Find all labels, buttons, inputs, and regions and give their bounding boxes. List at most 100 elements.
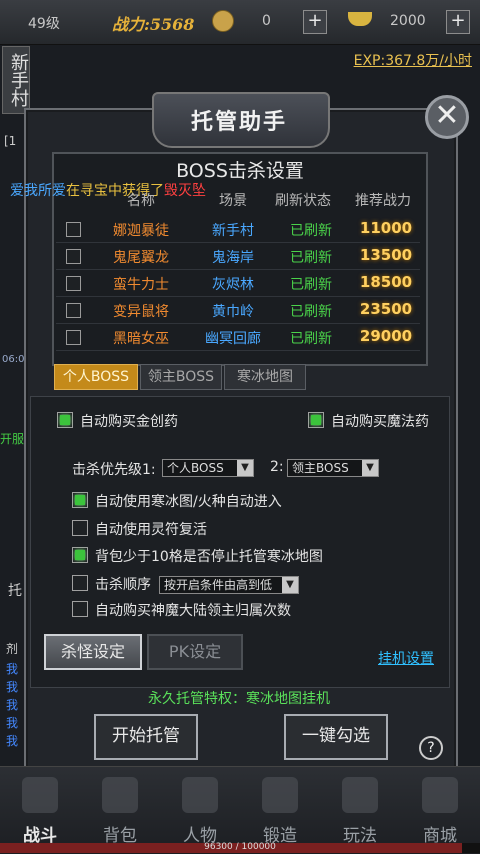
boss-status: 已刷新 <box>290 304 332 320</box>
boss-name: 蛮牛力士 <box>113 277 169 293</box>
exp-rate-link[interactable]: EXP:367.8万/小时 <box>354 50 472 70</box>
option-label: 击杀顺序 <box>95 577 151 593</box>
tab-ice-map[interactable]: 寒冰地图 <box>224 364 306 390</box>
col-power: 推荐战力 <box>355 193 411 209</box>
panel-title: 托管助手 <box>190 110 287 135</box>
help-icon[interactable]: ? <box>419 736 443 760</box>
option-checkbox[interactable] <box>72 492 88 508</box>
kill-settings-button[interactable]: 杀怪设定 <box>44 634 142 670</box>
side-fragment: 托 <box>8 583 22 599</box>
crossed-swords-icon <box>22 777 58 813</box>
boss-checkbox[interactable] <box>66 276 81 291</box>
ingot-icon <box>348 12 372 26</box>
ingot-amount: 2000 <box>390 13 426 29</box>
backpack-icon <box>102 777 138 813</box>
hp-text: 96300 / 100000 <box>204 842 276 852</box>
chevron-down-icon: ▼ <box>282 577 298 593</box>
nav-character[interactable]: 人物 <box>160 767 240 847</box>
option-label: 自动使用灵符复活 <box>95 522 207 538</box>
combat-power: 战力:5568 <box>112 15 195 34</box>
add-gold-button[interactable]: + <box>303 10 327 34</box>
select-all-button[interactable]: 一键勾选 <box>284 714 388 760</box>
boss-scene: 新手村 <box>212 223 254 239</box>
boss-checkbox[interactable] <box>66 303 81 318</box>
hang-settings-link[interactable]: 挂机设置 <box>378 648 434 668</box>
tab-lord-boss[interactable]: 领主BOSS <box>140 364 222 390</box>
priority1-label: 击杀优先级1: <box>72 462 156 478</box>
pk-settings-button[interactable]: PK设定 <box>147 634 243 670</box>
chat-player: 爱我所爱 <box>10 183 66 199</box>
priority1-select[interactable]: 个人BOSS ▼ <box>162 459 254 477</box>
side-fragment: 我 <box>6 662 19 676</box>
chevron-down-icon: ▼ <box>237 460 253 476</box>
nav-battle[interactable]: 战斗 <box>0 767 80 847</box>
gold-coin-icon <box>212 10 234 32</box>
option-checkbox[interactable] <box>72 547 88 563</box>
boss-checkbox[interactable] <box>66 249 81 264</box>
boss-scene: 灰烬林 <box>212 277 254 293</box>
boss-status: 已刷新 <box>290 331 332 347</box>
boss-status: 已刷新 <box>290 223 332 239</box>
gold-amount: 0 <box>262 13 271 29</box>
boss-status: 已刷新 <box>290 277 332 293</box>
option-checkbox[interactable] <box>72 601 88 617</box>
kill-order-select[interactable]: 按开启条件由高到低 ▼ <box>159 576 299 594</box>
tab-personal-boss[interactable]: 个人BOSS <box>54 364 138 390</box>
priority2-label: 2: <box>270 459 284 475</box>
top-status-bar: 49级 战力:5568 0 + 2000 + <box>0 0 480 45</box>
option-label: 自动使用寒冰图/火种自动进入 <box>95 494 282 510</box>
boss-name: 变异鼠将 <box>113 304 169 320</box>
shop-icon <box>422 777 458 813</box>
col-name: 名称 <box>127 193 155 209</box>
boss-row[interactable]: 娜迦暴徒 新手村 已刷新 11000 <box>56 216 420 243</box>
side-fragment: 我 <box>6 698 19 712</box>
nav-forge[interactable]: 锻造 <box>240 767 320 847</box>
boss-row[interactable]: 蛮牛力士 灰烬林 已刷新 18500 <box>56 270 420 297</box>
side-fragment: 我 <box>6 734 19 748</box>
player-level: 49级 <box>28 16 60 32</box>
boss-power: 29000 <box>359 327 413 345</box>
side-fragment: 我 <box>6 680 19 694</box>
priority2-value: 领主BOSS <box>292 461 349 475</box>
auto-mp-potion-label: 自动购买魔法药 <box>331 414 429 430</box>
option-checkbox[interactable] <box>72 575 88 591</box>
nav-bag[interactable]: 背包 <box>80 767 160 847</box>
village-tab[interactable]: 新手村 <box>2 46 30 114</box>
boss-status: 已刷新 <box>290 250 332 266</box>
boss-row[interactable]: 变异鼠将 黄巾岭 已刷新 23500 <box>56 297 420 324</box>
side-fragment: 06:0 <box>2 354 25 365</box>
boss-power: 23500 <box>359 300 413 318</box>
boss-row[interactable]: 黑暗女巫 幽冥回廊 已刷新 29000 <box>56 324 420 351</box>
nav-gameplay[interactable]: 玩法 <box>320 767 400 847</box>
boss-scene: 幽冥回廊 <box>205 331 261 347</box>
col-status: 刷新状态 <box>275 193 331 209</box>
priority1-value: 个人BOSS <box>167 461 224 475</box>
nav-shop[interactable]: 商城 <box>400 767 480 847</box>
option-checkbox[interactable] <box>72 520 88 536</box>
auto-hp-potion-checkbox[interactable] <box>57 412 73 428</box>
add-ingot-button[interactable]: + <box>446 10 470 34</box>
bottom-nav: 战斗 背包 人物 锻造 玩法 商城 <box>0 766 480 854</box>
start-assist-button[interactable]: 开始托管 <box>94 714 198 760</box>
boss-power: 13500 <box>359 246 413 264</box>
boss-row[interactable]: 鬼尾翼龙 鬼海岸 已刷新 13500 <box>56 243 420 270</box>
auto-mp-potion-checkbox[interactable] <box>308 412 324 428</box>
boss-checkbox[interactable] <box>66 330 81 345</box>
chevron-down-icon: ▼ <box>362 460 378 476</box>
side-fragment: 剂 <box>6 642 19 656</box>
side-fragment: [1 <box>4 134 17 148</box>
anvil-icon <box>262 777 298 813</box>
boss-scene: 黄巾岭 <box>212 304 254 320</box>
boss-power: 18500 <box>359 273 413 291</box>
option-label: 自动购买神魔大陆领主归属次数 <box>95 603 291 619</box>
boss-scene: 鬼海岸 <box>212 250 254 266</box>
boss-name: 鬼尾翼龙 <box>113 250 169 266</box>
boss-name: 娜迦暴徒 <box>113 223 169 239</box>
kill-order-value: 按开启条件由高到低 <box>164 578 273 592</box>
boss-power: 11000 <box>359 219 413 237</box>
priority2-select[interactable]: 领主BOSS ▼ <box>287 459 379 477</box>
emblem-icon <box>342 777 378 813</box>
boss-checkbox[interactable] <box>66 222 81 237</box>
close-button[interactable]: ✕ <box>425 95 469 139</box>
boss-name: 黑暗女巫 <box>113 331 169 347</box>
